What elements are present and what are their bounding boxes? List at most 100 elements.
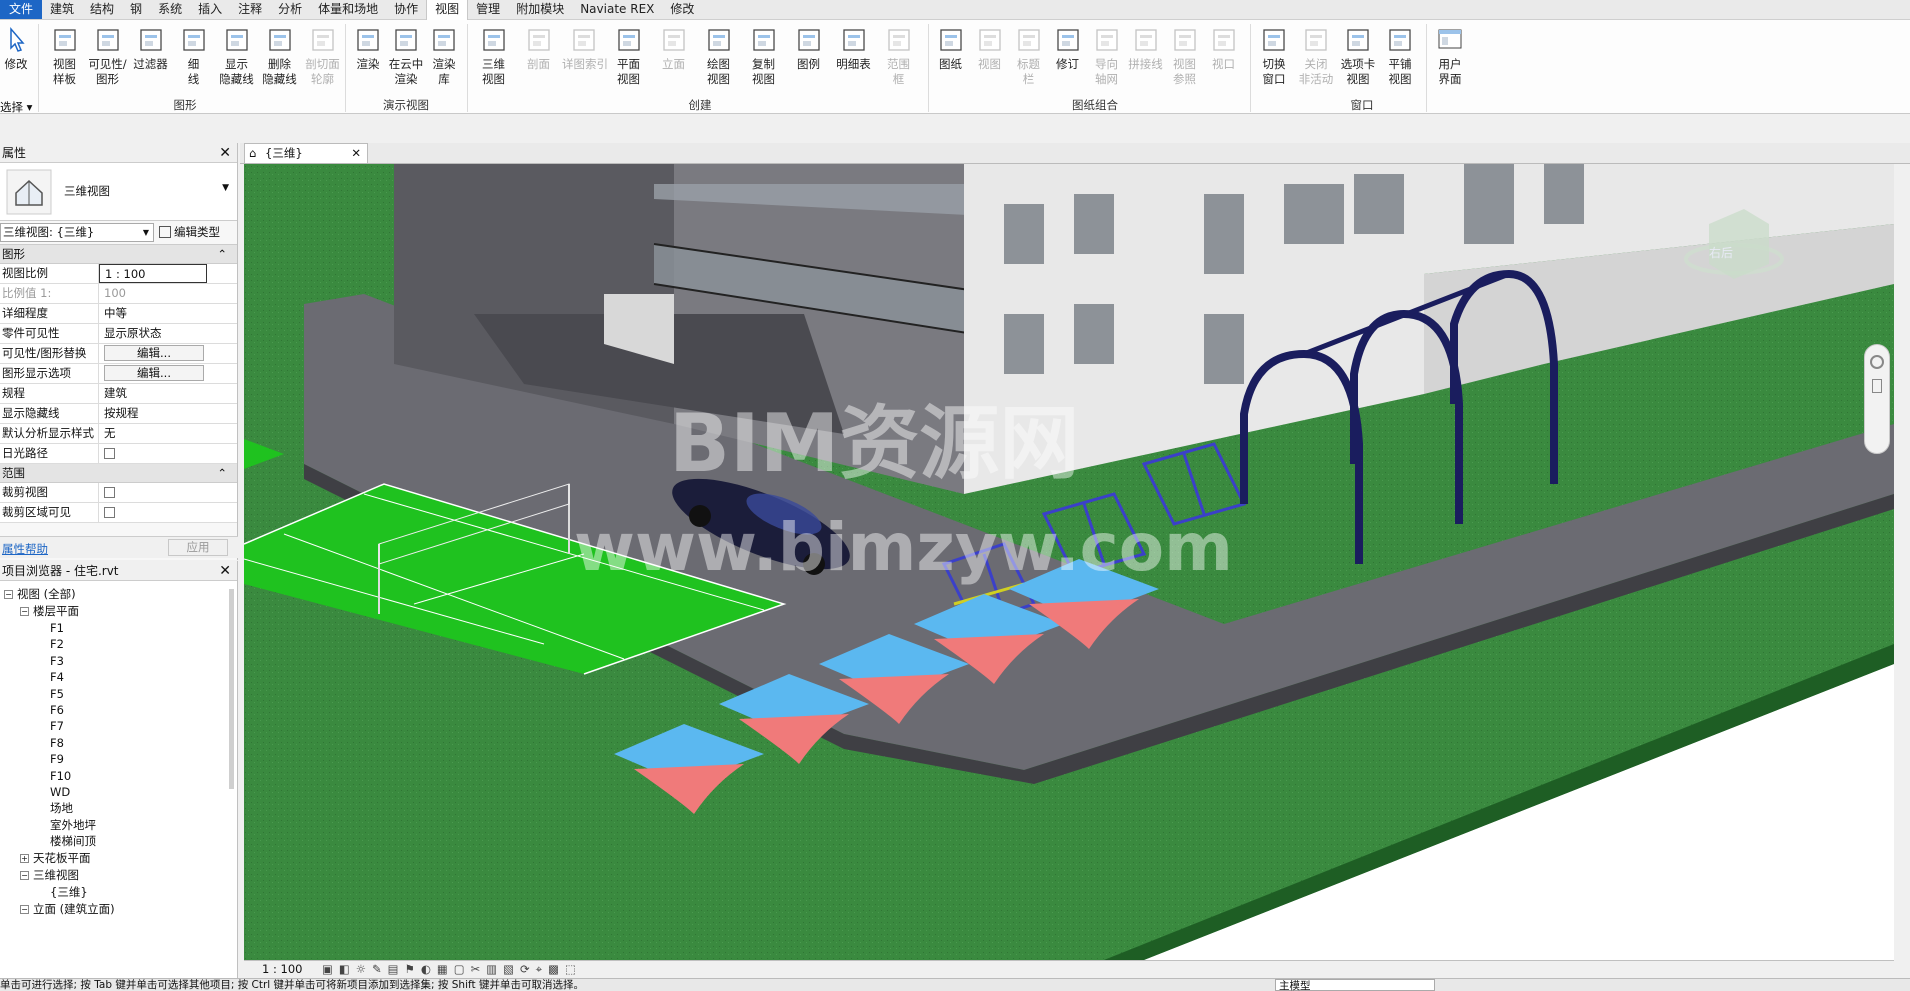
- tab-4[interactable]: 系统: [150, 0, 190, 19]
- select-dropdown[interactable]: 选择 ▾: [0, 99, 32, 115]
- zoom-icon[interactable]: [1872, 379, 1882, 393]
- close-icon[interactable]: ✕: [219, 143, 231, 163]
- tree-node-ceiling-plans[interactable]: + 天花板平面: [20, 851, 91, 866]
- close-icon[interactable]: ✕: [351, 144, 361, 163]
- view-control-icons[interactable]: ▣◧☼✎▤⚑◐▦▢✂▥▧⟳⌖▩⬚: [322, 961, 582, 978]
- edit-button[interactable]: 编辑...: [104, 345, 204, 361]
- expand-toggle-icon[interactable]: −: [20, 904, 29, 914]
- create-button-9[interactable]: 范围框: [877, 24, 920, 98]
- graphics-button-5[interactable]: 删除 隐藏线: [259, 24, 300, 98]
- sheet-button-4[interactable]: 导向 轴网: [1088, 24, 1125, 98]
- create-button-1[interactable]: 剖面: [517, 24, 560, 98]
- tab-3[interactable]: 钢: [122, 0, 150, 19]
- steering-wheel-icon[interactable]: [1870, 355, 1884, 369]
- 3d-viewport[interactable]: BIM资源网 www.bimzyw.com 右后: [244, 164, 1894, 960]
- create-button-5[interactable]: 绘图 视图: [697, 24, 740, 98]
- property-row[interactable]: 默认分析显示样式无: [0, 424, 237, 444]
- tree-node-3d-item[interactable]: {三维}: [36, 885, 88, 900]
- tree-node-floor[interactable]: WD: [36, 785, 70, 800]
- create-button-8[interactable]: 明细表: [832, 24, 875, 98]
- tree-node-floor[interactable]: F7: [36, 719, 64, 734]
- close-icon[interactable]: ✕: [219, 561, 231, 581]
- property-value[interactable]: 100: [99, 284, 207, 303]
- checkbox[interactable]: [104, 507, 115, 518]
- property-value[interactable]: 编辑...: [99, 364, 207, 383]
- sheet-button-1[interactable]: 视图: [971, 24, 1008, 98]
- property-row[interactable]: 显示隐藏线 按规程: [0, 404, 237, 424]
- tab-1[interactable]: 建筑: [42, 0, 82, 19]
- property-row[interactable]: 详细程度 中等: [0, 304, 237, 324]
- presentation-button-0[interactable]: 渲染: [350, 24, 386, 98]
- tab-0[interactable]: 文件: [0, 0, 43, 19]
- tree-node-floor[interactable]: F1: [36, 621, 64, 636]
- create-button-7[interactable]: 图例: [787, 24, 830, 98]
- chevron-down-icon[interactable]: ▼: [222, 183, 229, 193]
- navigation-bar[interactable]: [1864, 344, 1890, 454]
- expand-toggle-icon[interactable]: −: [20, 607, 29, 616]
- tab-7[interactable]: 分析: [270, 0, 310, 19]
- tab-8[interactable]: 体量和场地: [310, 0, 386, 19]
- graphics-button-6[interactable]: 剖切面 轮廓: [302, 24, 343, 98]
- tree-node-floor[interactable]: F9: [36, 752, 64, 767]
- property-row[interactable]: 裁剪视图: [0, 483, 237, 503]
- windows-button-3[interactable]: 平铺 视图: [1380, 24, 1420, 98]
- view-instance-selector[interactable]: 三维视图: {三维} ▼: [0, 223, 154, 242]
- property-row[interactable]: 图形显示选项 编辑...: [0, 364, 237, 384]
- tree-node-floor[interactable]: F5: [36, 687, 64, 702]
- property-value[interactable]: 无: [99, 424, 207, 443]
- tab-6[interactable]: 注释: [230, 0, 270, 19]
- property-row[interactable]: 可见性/图形替换 编辑...: [0, 344, 237, 364]
- tree-node-floor[interactable]: F6: [36, 703, 64, 718]
- property-value[interactable]: [99, 483, 207, 502]
- create-button-0[interactable]: 三维 视图: [472, 24, 515, 98]
- properties-help-link[interactable]: 属性帮助: [2, 541, 48, 557]
- sheet-button-0[interactable]: 图纸: [932, 24, 969, 98]
- sheet-button-5[interactable]: 拼接线: [1127, 24, 1164, 98]
- property-value[interactable]: 1 : 100: [99, 264, 207, 283]
- presentation-button-2[interactable]: 渲染库: [426, 24, 462, 98]
- sheet-button-6[interactable]: 视图 参照: [1166, 24, 1203, 98]
- presentation-button-1[interactable]: 在云中 渲染: [388, 24, 424, 98]
- view-scale[interactable]: 1 : 100: [262, 961, 302, 978]
- expand-toggle-icon[interactable]: −: [20, 870, 29, 880]
- tree-node-3d-views[interactable]: − 三维视图: [20, 868, 79, 883]
- tree-node-floor[interactable]: 室外地坪: [36, 818, 96, 833]
- checkbox[interactable]: [104, 487, 115, 498]
- user-interface-button[interactable]: 用户 界面: [1430, 24, 1470, 98]
- property-row[interactable]: 零件可见性 显示原状态: [0, 324, 237, 344]
- property-row[interactable]: 日光路径: [0, 444, 237, 464]
- windows-button-0[interactable]: 切换 窗口: [1254, 24, 1294, 98]
- graphics-button-4[interactable]: 显示 隐藏线: [216, 24, 257, 98]
- tab-10[interactable]: 视图: [426, 0, 469, 21]
- tab-14[interactable]: 修改: [662, 0, 702, 19]
- property-value[interactable]: 显示原状态: [99, 324, 207, 343]
- graphics-button-0[interactable]: 视图 样板: [44, 24, 85, 98]
- edit-type-button[interactable]: 编辑类型: [159, 224, 220, 240]
- property-value[interactable]: 按规程: [99, 404, 207, 423]
- create-button-3[interactable]: 平面 视图: [607, 24, 650, 98]
- tree-node-views-all[interactable]: − 视图 (全部): [4, 587, 76, 602]
- section-range[interactable]: 范围 ⌃: [0, 464, 237, 483]
- graphics-button-1[interactable]: 可见性/图形: [87, 24, 128, 98]
- tab-3d-view[interactable]: ⌂ {三维} ✕: [244, 143, 368, 163]
- tree-node-floor-plans[interactable]: − 楼层平面: [20, 604, 79, 619]
- type-selector[interactable]: 三维视图 ▼: [0, 163, 237, 221]
- property-value[interactable]: 建筑: [99, 384, 207, 403]
- tab-2[interactable]: 结构: [82, 0, 122, 19]
- property-row[interactable]: 裁剪区域可见: [0, 503, 237, 523]
- create-button-6[interactable]: 复制 视图: [742, 24, 785, 98]
- tab-13[interactable]: Naviate REX: [572, 0, 662, 19]
- active-workset[interactable]: 主模型: [1275, 979, 1435, 991]
- expand-toggle-icon[interactable]: +: [20, 853, 29, 863]
- property-value[interactable]: [99, 503, 207, 522]
- sheet-button-7[interactable]: 视口: [1205, 24, 1242, 98]
- windows-button-1[interactable]: 关闭 非活动: [1296, 24, 1336, 98]
- property-row[interactable]: 规程 建筑: [0, 384, 237, 404]
- checkbox[interactable]: [104, 448, 115, 459]
- tab-11[interactable]: 管理: [468, 0, 508, 19]
- tree-node-floor[interactable]: F10: [36, 769, 71, 784]
- property-value[interactable]: 编辑...: [99, 344, 207, 363]
- property-value[interactable]: 中等: [99, 304, 207, 323]
- tree-node-floor[interactable]: F8: [36, 736, 64, 751]
- property-row[interactable]: 比例值 1: 100: [0, 284, 237, 304]
